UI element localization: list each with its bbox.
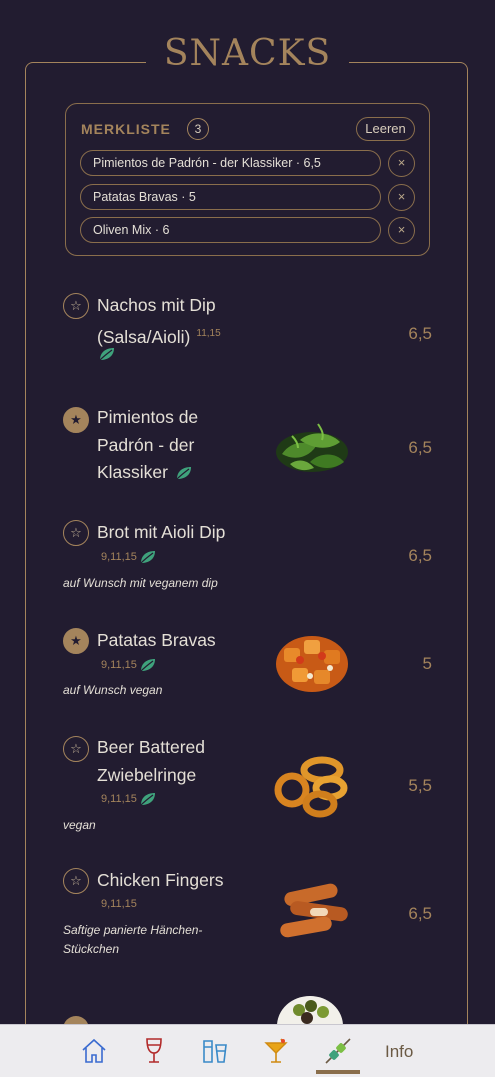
item-name: Pimientos de Padrón - der Klassiker	[97, 407, 199, 482]
leaf-icon	[176, 467, 191, 480]
remove-item-button[interactable]: ×	[388, 184, 415, 211]
cocktail-icon[interactable]	[261, 1035, 291, 1067]
active-tab-indicator	[316, 1070, 360, 1074]
item-note: Saftige panierte Hänchen- Stückchen	[63, 923, 203, 956]
favorite-star-button[interactable]: ★	[63, 628, 89, 654]
allergen-codes: 9,11,15	[101, 549, 157, 565]
item-name: Patatas Bravas	[97, 630, 216, 650]
item-price: 5,5	[408, 776, 432, 795]
item-price: 5	[422, 654, 432, 673]
allergen-codes: 9,11,15	[101, 791, 157, 807]
item-note: vegan	[63, 818, 96, 832]
leaf-icon	[140, 551, 155, 564]
leaf-icon	[99, 348, 114, 361]
green-peppers-image	[276, 423, 348, 472]
olives-image	[277, 996, 343, 1026]
allergen-codes: 9,11,15	[101, 657, 157, 673]
remove-item-button[interactable]: ×	[388, 150, 415, 177]
chicken-fingers-image	[280, 883, 348, 938]
allergen-codes: 9,11,15	[101, 898, 137, 910]
leaf-icon	[140, 659, 155, 672]
item-price: 6,5	[408, 904, 432, 923]
clear-list-button[interactable]: Leeren	[356, 117, 415, 141]
remove-item-button[interactable]: ×	[388, 217, 415, 244]
item-price: 6,5	[408, 438, 432, 457]
item-price: 6,5	[408, 324, 432, 343]
home-icon[interactable]	[79, 1035, 109, 1067]
item-note: auf Wunsch mit veganem dip	[63, 576, 218, 590]
info-tab[interactable]: Info	[385, 1042, 413, 1062]
beer-glasses-icon[interactable]	[200, 1035, 230, 1067]
page-title: SNACKS	[0, 33, 495, 74]
allergen-codes: 11,15	[196, 327, 221, 339]
wine-glass-icon[interactable]	[139, 1035, 169, 1067]
item-name: Nachos mit Dip (Salsa/Aioli) 11,15	[97, 295, 221, 347]
merkliste-chip[interactable]: Patatas Bravas · 5	[80, 184, 381, 210]
favorite-star-button[interactable]: ☆	[63, 293, 89, 319]
merkliste-panel: MERKLISTE 3 Leeren Pimientos de Padrón -…	[65, 103, 430, 256]
skewer-icon[interactable]	[323, 1035, 353, 1067]
item-note: auf Wunsch vegan	[63, 683, 163, 697]
favorite-star-button[interactable]: ☆	[63, 520, 89, 546]
item-price: 6,5	[408, 546, 432, 565]
merkliste-count-badge: 3	[187, 118, 209, 140]
favorite-star-button[interactable]: ☆	[63, 736, 89, 762]
onion-rings-image	[274, 756, 348, 818]
merkliste-chip[interactable]: Pimientos de Padrón - der Klassiker · 6,…	[80, 150, 381, 176]
item-name: Brot mit Aioli Dip	[97, 522, 226, 542]
bottom-nav: Info	[0, 1024, 495, 1077]
item-name: Beer Battered Zwiebelringe	[97, 737, 205, 785]
item-name: Chicken Fingers	[97, 870, 224, 890]
favorite-star-button[interactable]: ☆	[63, 868, 89, 894]
patatas-bravas-image	[276, 636, 348, 692]
leaf-icon	[140, 793, 155, 806]
merkliste-label: MERKLISTE	[81, 121, 171, 137]
merkliste-chip[interactable]: Oliven Mix · 6	[80, 217, 381, 243]
favorite-star-button[interactable]: ★	[63, 407, 89, 433]
